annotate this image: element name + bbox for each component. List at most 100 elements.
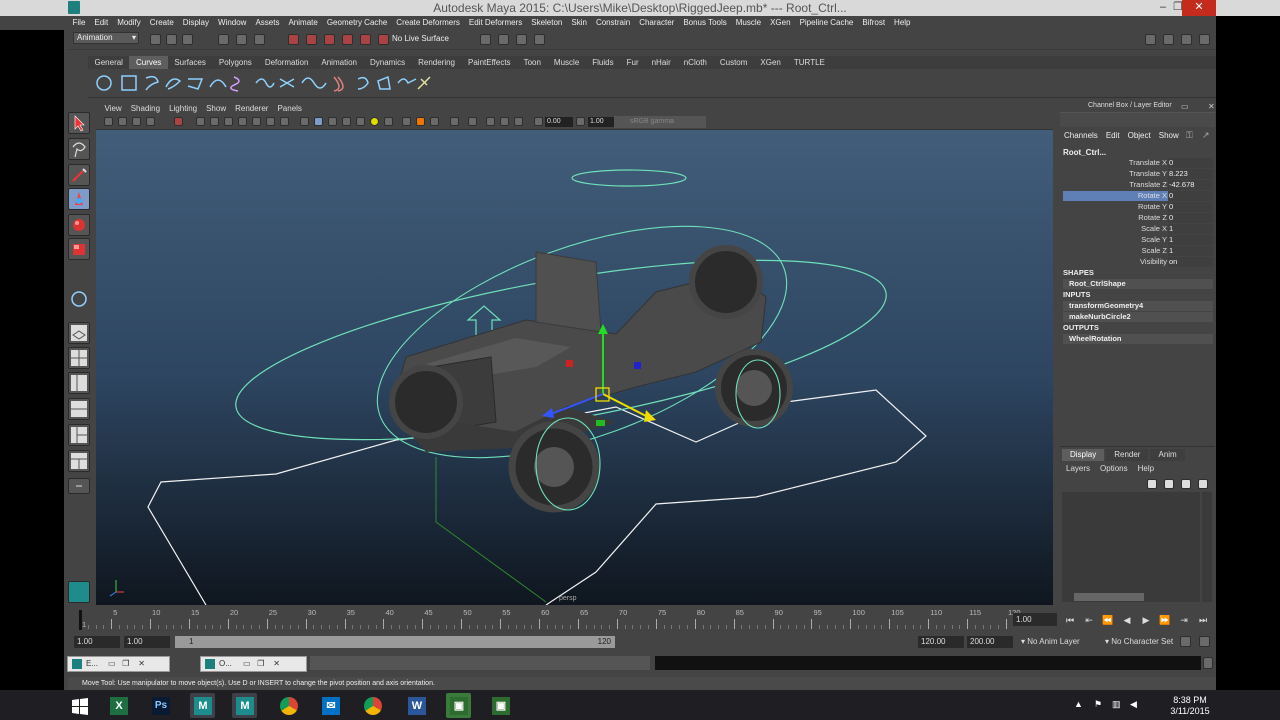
isolate-select-icon[interactable] <box>468 117 477 126</box>
field-chart-icon[interactable] <box>252 117 261 126</box>
shelf-tab-muscle[interactable]: Muscle <box>547 56 585 69</box>
layer-menu-help[interactable]: Help <box>1138 464 1154 473</box>
perspective-viewport[interactable]: persp <box>96 102 1053 605</box>
safe-title-icon[interactable] <box>280 117 289 126</box>
channel-value-field[interactable]: 0 <box>1168 202 1213 212</box>
grease-pencil-icon[interactable] <box>174 117 183 126</box>
arc-tool-icon[interactable] <box>209 79 227 88</box>
select-tool-icon[interactable] <box>68 112 90 134</box>
output-node-item[interactable]: WheelRotation <box>1063 334 1213 344</box>
persp-graph-layout-icon[interactable] <box>68 398 90 420</box>
channel-row[interactable]: Visibility on <box>1063 257 1213 267</box>
rotate-tool-icon[interactable] <box>68 214 90 236</box>
character-set-dropdown[interactable]: ▾ No Character Set <box>1105 636 1173 648</box>
input-node-item[interactable]: makeNurbCircle2 <box>1063 312 1213 322</box>
menu-character[interactable]: Character <box>635 16 679 30</box>
image-plane-icon[interactable] <box>146 117 155 126</box>
taskbar-clock[interactable]: 8:38 PM 3/11/2015 <box>1155 695 1225 717</box>
current-time-marker[interactable] <box>79 610 82 630</box>
maya-app-icon[interactable] <box>68 1 80 14</box>
open-scene-icon[interactable] <box>166 34 177 45</box>
rebuild-curve-icon[interactable] <box>377 75 391 90</box>
attach-curves-icon[interactable] <box>255 78 275 88</box>
step-forward-key-button[interactable]: ⏩ <box>1159 614 1171 626</box>
shelf-tab-surfaces[interactable]: Surfaces <box>168 56 213 69</box>
move-tool-icon[interactable] <box>68 188 90 210</box>
panel-menu-show[interactable]: Show <box>202 102 231 115</box>
panel-menu-view[interactable]: View <box>100 102 126 115</box>
channel-menu-edit[interactable]: Edit <box>1106 131 1120 140</box>
film-gate-icon[interactable] <box>210 117 219 126</box>
channel-row[interactable]: Rotate Z0 <box>1063 213 1213 223</box>
go-to-start-button[interactable]: ⏮ <box>1064 614 1076 626</box>
backface-culling-icon[interactable] <box>514 117 523 126</box>
gamma-icon[interactable] <box>576 117 585 126</box>
menu-skin[interactable]: Skin <box>567 16 592 30</box>
shelf-tab-ncloth[interactable]: nCloth <box>677 56 713 69</box>
animation-start-field[interactable]: 1.00 <box>74 636 120 648</box>
channel-row[interactable]: Rotate X0 <box>1063 191 1213 201</box>
channel-value-field[interactable]: 1 <box>1168 246 1213 256</box>
menu-create-deformers[interactable]: Create Deformers <box>392 16 465 30</box>
menu-create[interactable]: Create <box>145 16 178 30</box>
gate-mask-icon[interactable] <box>238 117 247 126</box>
mel-input-field[interactable] <box>310 656 650 670</box>
shadows-icon[interactable] <box>370 117 379 126</box>
menu-edit-deformers[interactable]: Edit Deformers <box>464 16 526 30</box>
channel-value-field[interactable]: 0 <box>1168 191 1213 201</box>
channel-row[interactable]: Scale Y1 <box>1063 235 1213 245</box>
grid-toggle-icon[interactable] <box>196 117 205 126</box>
shelf-tab-custom[interactable]: Custom <box>713 56 754 69</box>
select-component-icon[interactable] <box>254 34 265 45</box>
attribute-editor-toggle-icon[interactable] <box>1145 34 1156 45</box>
render-settings-icon[interactable] <box>516 34 527 45</box>
panel-menu-lighting[interactable]: Lighting <box>165 102 202 115</box>
shelf-tab-curves[interactable]: Curves <box>129 56 168 69</box>
menu-help[interactable]: Help <box>890 16 915 30</box>
menu-muscle[interactable]: Muscle <box>731 16 765 30</box>
paint-select-tool-icon[interactable] <box>68 164 90 186</box>
input-node-item[interactable]: transformGeometry4 <box>1063 301 1213 311</box>
shelf-tab-rendering[interactable]: Rendering <box>412 56 462 69</box>
layer-vertical-scrollbar[interactable] <box>1202 492 1212 602</box>
ambient-occlusion-icon[interactable] <box>402 117 411 126</box>
scale-tool-icon[interactable] <box>68 238 90 260</box>
layer-tab-anim[interactable]: Anim <box>1150 449 1185 461</box>
animation-end-field[interactable]: 200.00 <box>967 636 1013 648</box>
live-surface-icon[interactable] <box>378 34 389 45</box>
channel-box-maximize-icon[interactable]: ▭ <box>1181 102 1189 111</box>
exposure-field[interactable]: 0.00 <box>545 117 573 127</box>
wireframe-on-shaded-icon[interactable] <box>328 117 337 126</box>
menu-bonus-tools[interactable]: Bonus Tools <box>679 16 731 30</box>
channel-row[interactable]: Translate X0 <box>1063 158 1213 168</box>
menu-bifrost[interactable]: Bifrost <box>858 16 890 30</box>
select-camera-icon[interactable] <box>104 117 113 126</box>
channel-menu-show[interactable]: Show <box>1159 131 1179 140</box>
camera-attributes-icon[interactable] <box>118 117 127 126</box>
layer-tab-render[interactable]: Render <box>1106 449 1149 461</box>
script-editor-icon[interactable] <box>1203 657 1213 669</box>
use-all-lights-icon[interactable] <box>356 117 365 126</box>
menu-set-selector[interactable]: Animation ▾ <box>73 32 139 44</box>
channel-value-field[interactable]: on <box>1168 257 1213 267</box>
menu-edit[interactable]: Edit <box>90 16 113 30</box>
layer-list[interactable] <box>1062 492 1200 592</box>
shelf-tab-animation[interactable]: Animation <box>315 56 364 69</box>
hypershade-icon[interactable] <box>534 34 545 45</box>
menu-assets[interactable]: Assets <box>251 16 284 30</box>
move-layer-down-icon[interactable] <box>1164 479 1174 489</box>
auto-key-icon[interactable] <box>1180 636 1191 647</box>
select-hierarchy-icon[interactable] <box>218 34 229 45</box>
play-forwards-button[interactable]: ▶ <box>1140 614 1152 626</box>
channel-value-field[interactable]: 1 <box>1168 224 1213 234</box>
detach-curves-icon[interactable] <box>279 78 295 88</box>
single-perspective-layout-icon[interactable] <box>68 322 90 344</box>
channel-box-close-icon[interactable]: ✕ <box>1208 102 1215 111</box>
channel-row[interactable]: Translate Y 8.223 <box>1063 169 1213 179</box>
panel-menu-shading[interactable]: Shading <box>126 102 164 115</box>
motion-blur-icon[interactable] <box>416 117 425 126</box>
channel-menu-object[interactable]: Object <box>1128 131 1151 140</box>
select-object-icon[interactable] <box>236 34 247 45</box>
layer-menu-layers[interactable]: Layers <box>1066 464 1090 473</box>
menu-animate[interactable]: Animate <box>284 16 322 30</box>
